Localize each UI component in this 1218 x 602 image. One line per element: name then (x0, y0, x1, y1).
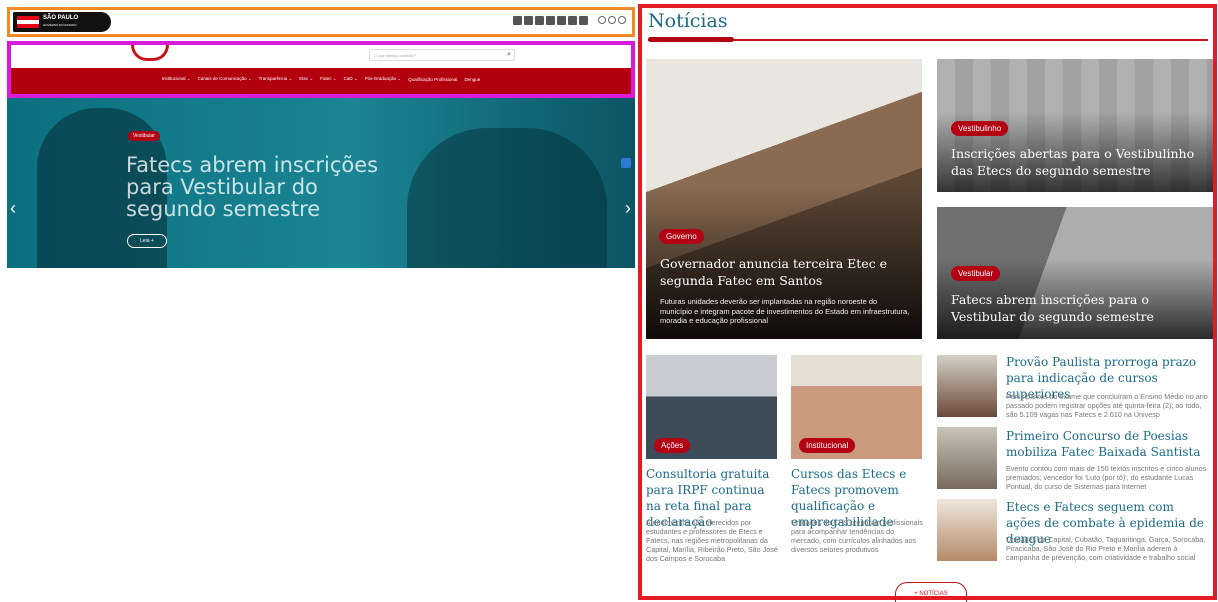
news-summary: Futuras unidades deverão ser implantadas… (660, 297, 910, 325)
youtube-icon[interactable] (546, 16, 555, 25)
accessibility-widget-icon[interactable] (621, 158, 631, 168)
linkedin-icon[interactable] (524, 16, 533, 25)
nav-item-qualificacao[interactable]: Qualificação Profissional (408, 77, 457, 82)
news-thumbnail[interactable] (937, 427, 997, 489)
flickr-icon[interactable] (513, 16, 522, 25)
news-summary: Unidades da Capital, Cubatão, Taquaritin… (1006, 535, 1206, 562)
nav-item-dengue[interactable]: Dengue (464, 77, 480, 82)
news-title[interactable]: Inscrições abertas para o Vestibulinho d… (951, 145, 1201, 179)
category-badge: Vestibular (951, 266, 1001, 281)
category-badge: Institucional (799, 438, 856, 453)
nav-item-institucional[interactable]: Institucional ⌄ (162, 76, 191, 82)
search-placeholder: O que deseja localizar? (374, 53, 416, 58)
nav-item-fatec[interactable]: Fatec ⌄ (320, 76, 336, 82)
instagram-icon[interactable] (568, 16, 577, 25)
nav-item-transparencia[interactable]: Transparência ⌄ (259, 76, 293, 82)
font-increase-icon[interactable] (608, 16, 616, 24)
news-thumbnail[interactable]: Ações (646, 355, 777, 459)
news-thumbnail[interactable] (937, 499, 997, 561)
cps-logo-mark-icon (131, 45, 169, 61)
category-badge: Vestibulinho (951, 121, 1009, 136)
news-title[interactable]: Governador anuncia terceira Etec e segun… (660, 255, 910, 289)
nav-item-etec[interactable]: Etec ⌄ (299, 76, 313, 82)
gov-logo-text: SÃO PAULO (43, 15, 79, 21)
accessibility-tools (598, 16, 626, 24)
featured-news-card[interactable]: Vestibular Fatecs abrem inscrições para … (937, 207, 1213, 339)
news-title[interactable]: Primeiro Concurso de Poesias mobiliza Fa… (1006, 428, 1211, 460)
featured-news-card[interactable]: Governo Governador anuncia terceira Etec… (646, 59, 922, 339)
nav-item-pos-graduacao[interactable]: Pós-Graduação ⌄ (365, 76, 402, 82)
category-badge: Ações (654, 438, 691, 453)
screenshot-root: SÃO PAULO GOVERNO DO ESTADO O que deseja… (0, 0, 1218, 602)
cps-logo[interactable] (131, 45, 175, 67)
government-bar: SÃO PAULO GOVERNO DO ESTADO (7, 7, 635, 37)
font-decrease-icon[interactable] (598, 16, 606, 24)
facebook-icon[interactable] (579, 16, 588, 25)
news-heading: Notícias (648, 10, 728, 32)
hero-banner[interactable]: Vestibular Fatecs abrem inscrições para … (7, 98, 635, 268)
nav-item-cad[interactable]: CaD ⌄ (344, 76, 358, 82)
hero-category-badge: Vestibular (128, 131, 160, 141)
hero-title: Fatecs abrem inscrições para Vestibular … (126, 153, 379, 221)
site-header: O que deseja localizar? ⌕ Institucional … (7, 41, 635, 98)
sp-government-logo[interactable]: SÃO PAULO GOVERNO DO ESTADO (13, 12, 111, 32)
more-news-button[interactable]: + NOTÍCIAS (895, 582, 967, 602)
gov-logo-sub: GOVERNO DO ESTADO (43, 23, 77, 27)
heading-divider (648, 37, 1208, 42)
news-summary: Participantes do exame que concluíram o … (1006, 392, 1208, 419)
contrast-icon[interactable] (618, 16, 626, 24)
search-input[interactable]: O que deseja localizar? ⌕ (369, 49, 515, 61)
featured-news-card[interactable]: Vestibulinho Inscrições abertas para o V… (937, 59, 1213, 192)
sp-flag-icon (17, 16, 39, 28)
main-nav: Institucional ⌄ Canais de Comunicação ⌄ … (11, 68, 631, 94)
x-icon[interactable] (557, 16, 566, 25)
news-thumbnail[interactable] (937, 355, 997, 417)
search-icon[interactable]: ⌕ (507, 51, 511, 59)
tiktok-icon[interactable] (535, 16, 544, 25)
site-preview: SÃO PAULO GOVERNO DO ESTADO O que deseja… (7, 7, 635, 269)
news-summary: Evento contou com mais de 150 textos ins… (1006, 464, 1207, 491)
news-summary: Unidades do CPS preparam profissionais p… (791, 518, 923, 554)
social-links (513, 16, 588, 25)
news-title[interactable]: Fatecs abrem inscrições para o Vestibula… (951, 291, 1206, 325)
news-thumbnail[interactable]: Institucional (791, 355, 922, 459)
news-section: Notícias Governo Governador anuncia terc… (638, 4, 1217, 602)
carousel-next-icon[interactable]: › (625, 198, 631, 219)
category-badge: Governo (659, 229, 704, 244)
nav-item-canais[interactable]: Canais de Comunicação ⌄ (198, 76, 252, 82)
carousel-prev-icon[interactable]: ‹ (10, 198, 16, 219)
hero-read-more-button[interactable]: Leia + (127, 234, 167, 248)
news-summary: Atendimentos são oferecidos por estudant… (646, 518, 778, 563)
